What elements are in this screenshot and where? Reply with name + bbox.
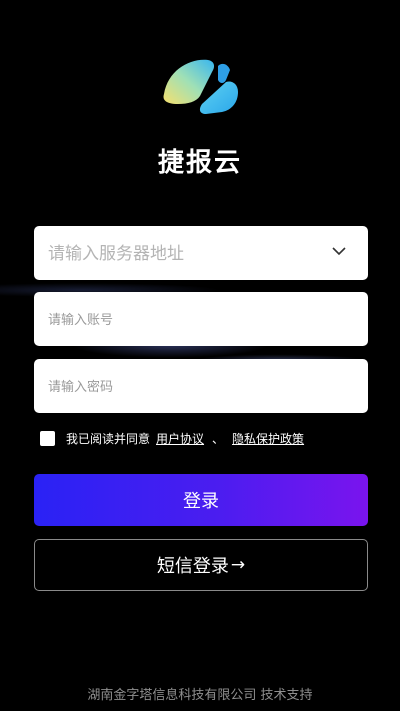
agreement-row: 我已阅读并同意 用户协议 、 隐私保护政策 xyxy=(40,429,304,447)
privacy-policy-link[interactable]: 隐私保护政策 xyxy=(232,430,304,447)
chevron-down-icon[interactable] xyxy=(332,246,346,256)
user-agreement-link[interactable]: 用户协议 xyxy=(156,430,204,447)
agreement-separator: 、 xyxy=(212,431,225,446)
password-field[interactable] xyxy=(34,359,368,415)
sms-login-button[interactable]: 短信登录 → xyxy=(34,539,368,591)
app-logo-icon xyxy=(163,59,238,114)
login-button[interactable]: 登录 xyxy=(34,474,368,526)
account-input[interactable] xyxy=(46,292,330,348)
agreement-checkbox[interactable] xyxy=(40,430,55,446)
login-screen: 捷报云 我已阅读并同意 用户协议 、 隐私保护政策 登录 短信登录 → 湖南金字… xyxy=(0,0,400,711)
sms-login-label: 短信登录 xyxy=(156,556,229,577)
footer-text: 湖南金字塔信息科技有限公司 技术支持 xyxy=(87,688,313,703)
account-field[interactable] xyxy=(34,292,368,348)
app-title: 捷报云 xyxy=(157,148,242,178)
login-button-label: 登录 xyxy=(183,491,219,512)
server-address-select[interactable] xyxy=(34,226,368,282)
arrow-right-icon: → xyxy=(230,555,246,575)
password-input[interactable] xyxy=(46,359,330,415)
server-address-input[interactable] xyxy=(46,226,330,282)
agreement-prefix: 我已阅读并同意 xyxy=(66,431,151,446)
